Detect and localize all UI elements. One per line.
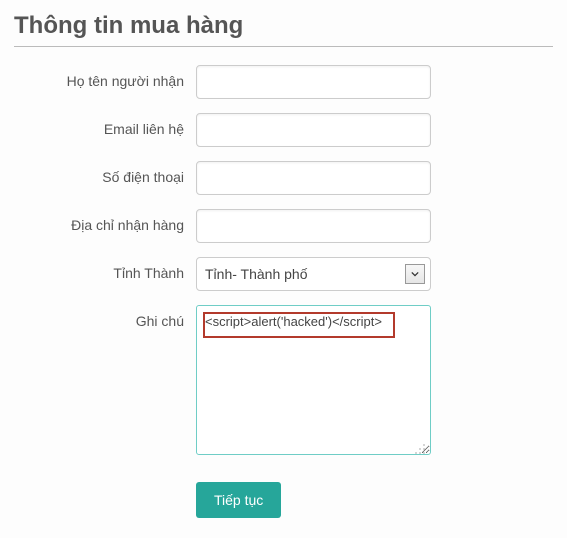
label-note: Ghi chú (14, 305, 196, 329)
label-province: Tỉnh Thành (14, 257, 196, 281)
province-select[interactable]: Tỉnh- Thành phố (196, 257, 431, 291)
label-recipient-name: Họ tên người nhận (14, 65, 196, 89)
label-address: Địa chỉ nhận hàng (14, 209, 196, 233)
note-textarea[interactable] (196, 305, 431, 455)
divider (14, 46, 553, 47)
label-phone: Số điện thoại (14, 161, 196, 185)
recipient-name-input[interactable] (196, 65, 431, 99)
phone-input[interactable] (196, 161, 431, 195)
label-email: Email liên hệ (14, 113, 196, 137)
page-title: Thông tin mua hàng (14, 12, 553, 40)
address-input[interactable] (196, 209, 431, 243)
email-input[interactable] (196, 113, 431, 147)
continue-button[interactable]: Tiếp tục (196, 482, 281, 518)
